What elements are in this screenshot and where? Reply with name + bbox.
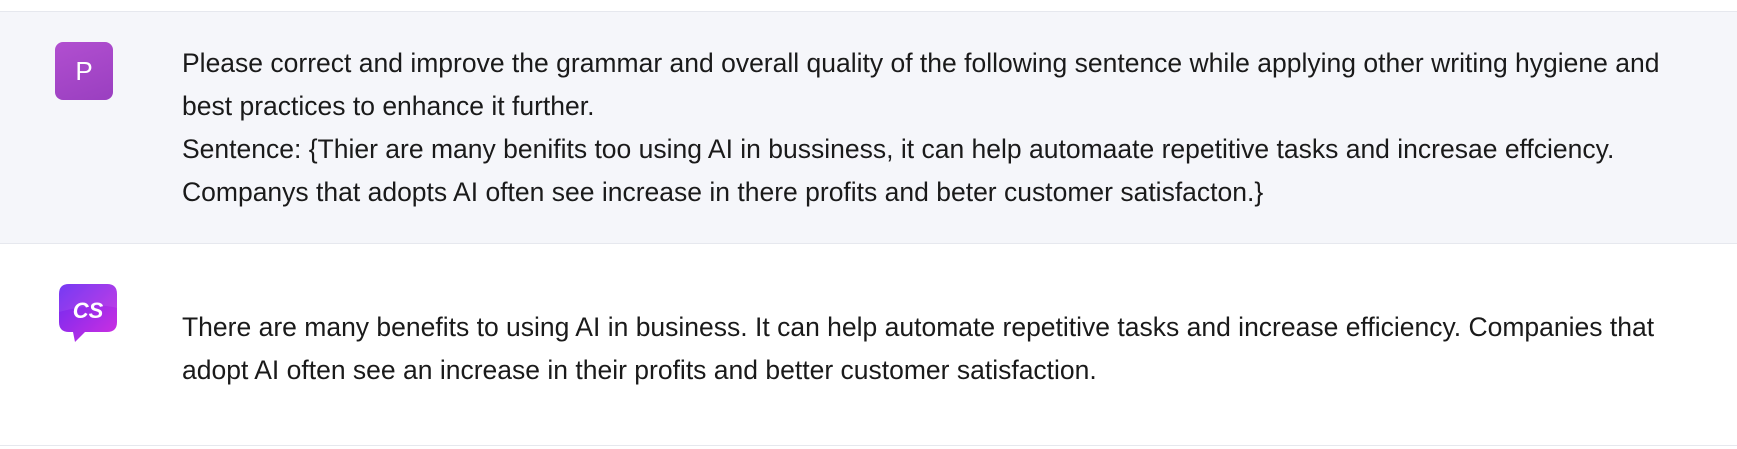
user-message-line-2: Sentence: {Thier are many benifits too u…: [182, 134, 1615, 207]
chat-thread: P Please correct and improve the grammar…: [0, 0, 1737, 449]
user-message-text: Please correct and improve the grammar a…: [182, 42, 1662, 214]
assistant-message: CS There are many benefits to using AI i…: [0, 244, 1737, 446]
user-message-line-1: Please correct and improve the grammar a…: [182, 48, 1660, 121]
user-message: P Please correct and improve the grammar…: [0, 12, 1737, 244]
bot-avatar-label: CS: [72, 298, 104, 323]
user-avatar-letter: P: [75, 55, 93, 86]
user-avatar: P: [55, 42, 113, 100]
assistant-message-text: There are many benefits to using AI in b…: [182, 306, 1662, 392]
assistant-message-paragraph: There are many benefits to using AI in b…: [182, 312, 1655, 385]
copysmith-logo-icon: CS: [57, 282, 119, 344]
